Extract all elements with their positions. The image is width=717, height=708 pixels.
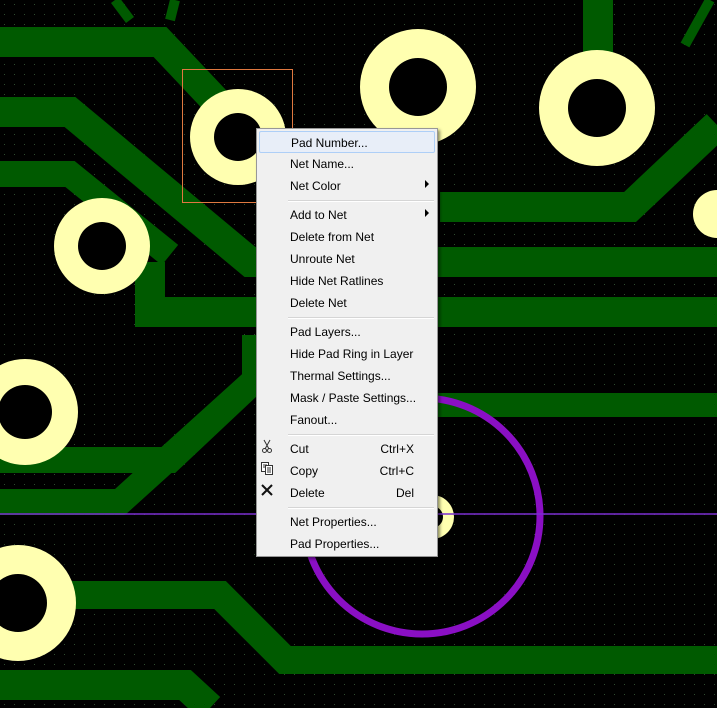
menu-item-label: Hide Net Ratlines [290,274,384,288]
delete-x-icon [261,484,273,496]
menu-item-label: Copy [290,464,319,478]
menu-item-label: Hide Pad Ring in Layer [290,347,414,361]
copy-icon [261,462,273,475]
menu-item-label: Cut [290,442,309,456]
menu-item-label: Net Color [290,179,341,193]
menu-item-shortcut: Ctrl+X [380,442,414,456]
menu-item-label: Unroute Net [290,252,355,266]
menu-item-add-to-net[interactable]: Add to Net [259,204,435,226]
menu-item-copy[interactable]: Copy Ctrl+C [259,460,435,482]
menu-item-label: Pad Properties... [290,537,380,551]
menu-item-label: Delete [290,486,325,500]
trace [165,0,180,22]
menu-item-mask-paste-settings[interactable]: Mask / Paste Settings... [259,387,435,409]
menu-separator [288,317,434,319]
menu-item-pad-layers[interactable]: Pad Layers... [259,321,435,343]
scissors-icon [262,439,272,453]
menu-item-delete-from-net[interactable]: Delete from Net [259,226,435,248]
menu-item-thermal-settings[interactable]: Thermal Settings... [259,365,435,387]
menu-separator [288,200,434,202]
menu-item-label: Add to Net [290,208,347,222]
pcb-canvas[interactable]: Pad Number... Net Name... Net Color Add … [0,0,717,708]
menu-item-label: Pad Layers... [290,325,361,339]
menu-item-label: Thermal Settings... [290,369,391,383]
menu-separator [288,434,434,436]
menu-item-shortcut: Del [395,486,414,500]
submenu-arrow-icon [425,209,429,217]
context-menu: Pad Number... Net Name... Net Color Add … [256,128,438,557]
menu-item-hide-pad-ring[interactable]: Hide Pad Ring in Layer [259,343,435,365]
menu-item-label: Mask / Paste Settings... [290,391,417,405]
submenu-arrow-icon [425,180,429,188]
menu-item-delete-net[interactable]: Delete Net [259,292,435,314]
menu-item-cut[interactable]: Cut Ctrl+X [259,438,435,460]
menu-item-hide-net-ratlines[interactable]: Hide Net Ratlines [259,270,435,292]
menu-item-label: Delete Net [290,296,347,310]
menu-item-net-color[interactable]: Net Color [259,175,435,197]
menu-item-fanout[interactable]: Fanout... [259,409,435,431]
menu-item-pad-properties[interactable]: Pad Properties... [259,533,435,555]
menu-item-label: Pad Number... [291,136,368,150]
menu-item-net-name[interactable]: Net Name... [259,153,435,175]
menu-separator [288,507,434,509]
menu-item-pad-number[interactable]: Pad Number... [259,131,435,153]
menu-item-label: Net Name... [290,157,355,171]
menu-item-net-properties[interactable]: Net Properties... [259,511,435,533]
menu-item-shortcut: Ctrl+C [379,464,414,478]
menu-item-unroute-net[interactable]: Unroute Net [259,248,435,270]
menu-item-label: Delete from Net [290,230,375,244]
menu-item-label: Net Properties... [290,515,377,529]
menu-item-delete[interactable]: Delete Del [259,482,435,504]
menu-item-label: Fanout... [290,413,338,427]
